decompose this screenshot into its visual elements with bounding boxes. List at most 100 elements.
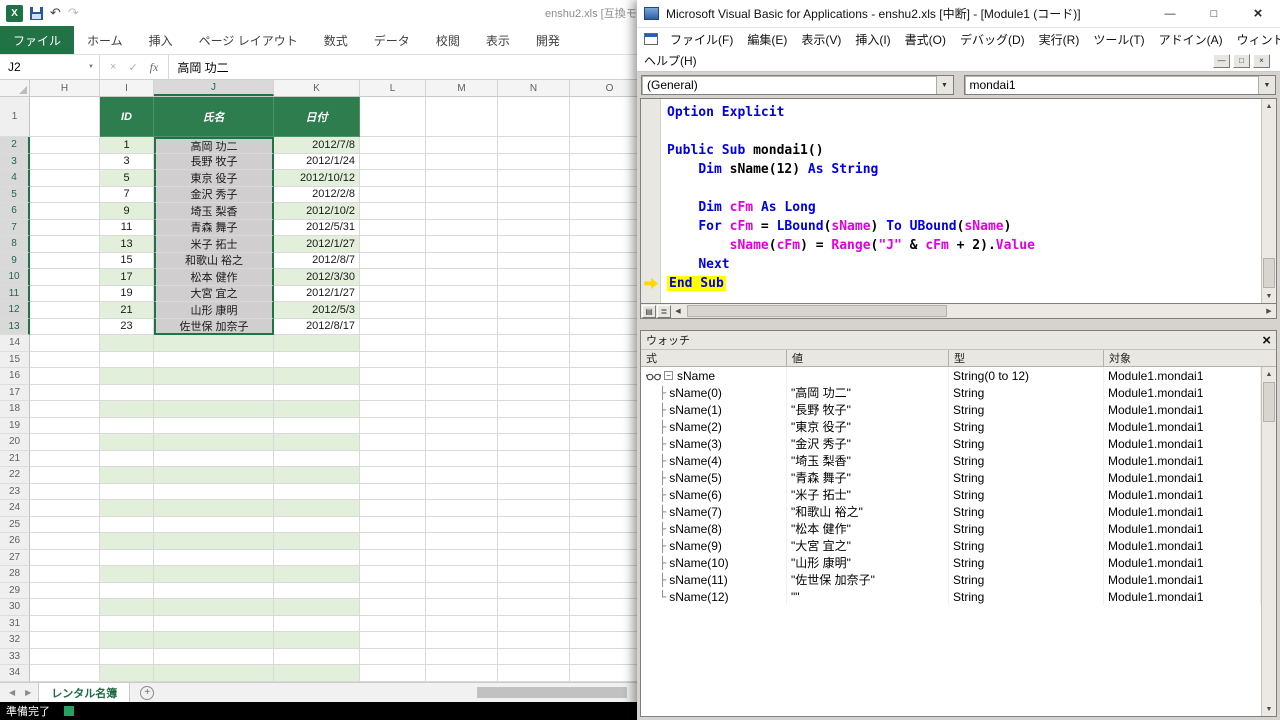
cell-H24[interactable]	[30, 500, 100, 517]
cell-I12[interactable]: 21	[100, 302, 154, 319]
watch-close-icon[interactable]: ×	[1262, 333, 1271, 348]
cell-K34[interactable]	[274, 665, 360, 682]
row-header-10[interactable]: 10	[0, 269, 30, 286]
cell-N15[interactable]	[498, 352, 570, 369]
cell-L23[interactable]	[360, 484, 426, 501]
cell-I31[interactable]	[100, 616, 154, 633]
watch-row-2[interactable]: ├sName(1)"長野 牧子"StringModule1.mondai1	[641, 401, 1261, 418]
cell-K1[interactable]: 日付	[274, 97, 360, 137]
code-vscroll-thumb[interactable]	[1263, 258, 1275, 288]
vba-menu-item-1[interactable]: 編集(E)	[740, 31, 794, 48]
watch-vscroll-thumb[interactable]	[1263, 382, 1275, 422]
ribbon-tab-8[interactable]: 開発	[523, 26, 573, 54]
cell-L22[interactable]	[360, 467, 426, 484]
cell-M18[interactable]	[426, 401, 498, 418]
cell-I14[interactable]	[100, 335, 154, 352]
cell-O11[interactable]	[570, 286, 637, 303]
cell-L24[interactable]	[360, 500, 426, 517]
cell-O8[interactable]	[570, 236, 637, 253]
cell-M13[interactable]	[426, 319, 498, 336]
cell-O29[interactable]	[570, 583, 637, 600]
watch-row-5[interactable]: ├sName(4)"埼玉 梨香"StringModule1.mondai1	[641, 452, 1261, 469]
watch-column-header-2[interactable]: 型	[949, 350, 1104, 366]
cell-M15[interactable]	[426, 352, 498, 369]
cell-L7[interactable]	[360, 220, 426, 237]
cell-I5[interactable]: 7	[100, 187, 154, 204]
cell-J21[interactable]	[154, 451, 274, 468]
cell-M28[interactable]	[426, 566, 498, 583]
cell-K26[interactable]	[274, 533, 360, 550]
cell-J34[interactable]	[154, 665, 274, 682]
cell-H23[interactable]	[30, 484, 100, 501]
cell-N20[interactable]	[498, 434, 570, 451]
cell-N33[interactable]	[498, 649, 570, 666]
cell-J24[interactable]	[154, 500, 274, 517]
sheet-hscrollbar[interactable]	[477, 687, 627, 698]
cell-J28[interactable]	[154, 566, 274, 583]
cell-H19[interactable]	[30, 418, 100, 435]
cell-N6[interactable]	[498, 203, 570, 220]
cell-N7[interactable]	[498, 220, 570, 237]
cell-J4[interactable]: 東京 役子	[154, 170, 274, 187]
cell-M8[interactable]	[426, 236, 498, 253]
cell-L31[interactable]	[360, 616, 426, 633]
cell-L18[interactable]	[360, 401, 426, 418]
cell-O30[interactable]	[570, 599, 637, 616]
cell-O14[interactable]	[570, 335, 637, 352]
maximize-button[interactable]: □	[1192, 0, 1236, 27]
cell-M32[interactable]	[426, 632, 498, 649]
cell-L26[interactable]	[360, 533, 426, 550]
cell-O9[interactable]	[570, 253, 637, 270]
cell-O31[interactable]	[570, 616, 637, 633]
ribbon-tab-6[interactable]: 校閲	[423, 26, 473, 54]
code-editor[interactable]: Option Explicit Public Sub mondai1() Dim…	[661, 99, 1261, 303]
cell-O5[interactable]	[570, 187, 637, 204]
cell-M10[interactable]	[426, 269, 498, 286]
excel-app-icon[interactable]: X	[6, 5, 23, 22]
module-window-icon[interactable]	[644, 33, 658, 45]
cell-I16[interactable]	[100, 368, 154, 385]
cell-N4[interactable]	[498, 170, 570, 187]
watch-row-8[interactable]: ├sName(7)"和歌山 裕之"StringModule1.mondai1	[641, 503, 1261, 520]
cell-M3[interactable]	[426, 154, 498, 171]
cell-J15[interactable]	[154, 352, 274, 369]
column-header-K[interactable]: K	[274, 80, 360, 96]
cell-J29[interactable]	[154, 583, 274, 600]
cell-I15[interactable]	[100, 352, 154, 369]
watch-row-7[interactable]: ├sName(6)"米子 拓士"StringModule1.mondai1	[641, 486, 1261, 503]
cell-L3[interactable]	[360, 154, 426, 171]
cell-M30[interactable]	[426, 599, 498, 616]
cell-H30[interactable]	[30, 599, 100, 616]
cell-O28[interactable]	[570, 566, 637, 583]
cell-K28[interactable]	[274, 566, 360, 583]
row-header-22[interactable]: 22	[0, 467, 30, 484]
cell-K19[interactable]	[274, 418, 360, 435]
cell-O3[interactable]	[570, 154, 637, 171]
cell-H1[interactable]	[30, 97, 100, 137]
cell-J30[interactable]	[154, 599, 274, 616]
ribbon-tab-2[interactable]: 挿入	[136, 26, 186, 54]
module-minimize-icon[interactable]: —	[1213, 54, 1230, 68]
vba-menu-item-5[interactable]: デバッグ(D)	[953, 31, 1032, 48]
cell-L14[interactable]	[360, 335, 426, 352]
code-hscroll-thumb[interactable]	[687, 305, 947, 317]
cell-M17[interactable]	[426, 385, 498, 402]
cell-J31[interactable]	[154, 616, 274, 633]
row-header-6[interactable]: 6	[0, 203, 30, 220]
row-header-2[interactable]: 2	[0, 137, 30, 154]
cell-I18[interactable]	[100, 401, 154, 418]
cell-J7[interactable]: 青森 舞子	[154, 220, 274, 237]
row-header-4[interactable]: 4	[0, 170, 30, 187]
row-header-15[interactable]: 15	[0, 352, 30, 369]
cell-J20[interactable]	[154, 434, 274, 451]
cell-I4[interactable]: 5	[100, 170, 154, 187]
scroll-left-icon[interactable]: ◀	[671, 304, 685, 318]
module-restore-icon[interactable]: □	[1233, 54, 1250, 68]
watch-row-11[interactable]: ├sName(10)"山形 康明"StringModule1.mondai1	[641, 554, 1261, 571]
cell-I2[interactable]: 1	[100, 137, 154, 154]
cell-K16[interactable]	[274, 368, 360, 385]
cell-K32[interactable]	[274, 632, 360, 649]
cell-J26[interactable]	[154, 533, 274, 550]
cell-L12[interactable]	[360, 302, 426, 319]
cell-L25[interactable]	[360, 517, 426, 534]
